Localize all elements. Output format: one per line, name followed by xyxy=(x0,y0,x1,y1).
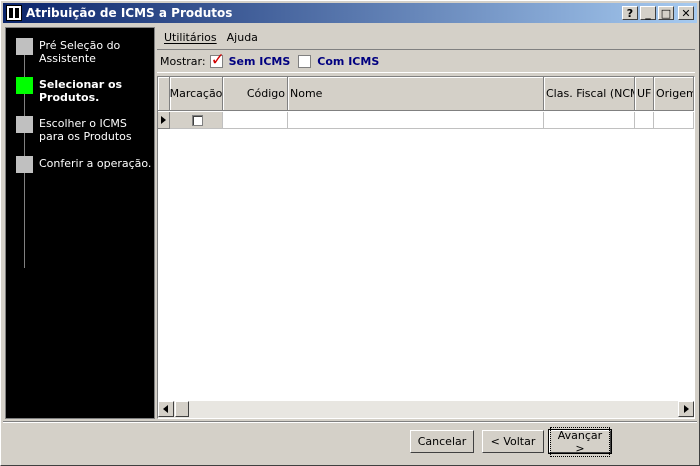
menu-utilitarios[interactable]: Utilitários xyxy=(159,31,222,44)
com-icms-label[interactable]: Com ICMS xyxy=(317,55,379,68)
col-origem-header[interactable]: Origem xyxy=(654,77,694,111)
step-indicator xyxy=(16,116,33,133)
menu-bar: Utilitários Ajuda xyxy=(159,27,695,47)
step-indicator xyxy=(16,38,33,55)
col-nome-header[interactable]: Nome xyxy=(288,77,544,111)
cancel-button[interactable]: Cancelar xyxy=(410,430,474,453)
minimize-button[interactable]: _ xyxy=(640,6,656,20)
filter-bar: Mostrar: Sem ICMS Com ICMS xyxy=(157,49,695,73)
products-grid[interactable]: Marcação Código Nome Clas. Fiscal (NCM) … xyxy=(157,76,695,419)
step-indicator xyxy=(16,156,33,173)
back-button[interactable]: < Voltar xyxy=(482,430,544,453)
col-marcacao-header[interactable]: Marcação xyxy=(170,77,223,111)
nome-cell[interactable] xyxy=(288,112,544,129)
current-row-indicator xyxy=(158,112,170,129)
steps-panel: Pré Seleção do Assistente Selecionar os … xyxy=(5,27,155,419)
col-codigo-header[interactable]: Código xyxy=(223,77,288,111)
row-indicator-header xyxy=(158,77,170,111)
cancel-button-label: Cancelar xyxy=(417,435,467,448)
sem-icms-label[interactable]: Sem ICMS xyxy=(229,55,291,68)
col-uf-header[interactable]: UF xyxy=(635,77,654,111)
close-button[interactable]: ✕ xyxy=(678,6,694,20)
step-indicator-active xyxy=(16,77,33,94)
horizontal-scrollbar[interactable] xyxy=(158,401,694,418)
sem-icms-checkbox[interactable] xyxy=(209,50,225,70)
scroll-right-icon[interactable] xyxy=(678,401,694,417)
footer-separator xyxy=(3,421,697,423)
uf-cell[interactable] xyxy=(635,112,654,129)
scroll-thumb[interactable] xyxy=(175,401,189,417)
back-button-label: < Voltar xyxy=(490,435,536,448)
window-title: Atribuição de ICMS a Produtos xyxy=(26,6,233,20)
step-selecionar: Selecionar os Produtos. xyxy=(16,77,129,104)
next-button[interactable]: Avançar > xyxy=(548,426,612,457)
ncm-cell[interactable] xyxy=(544,112,635,129)
help-button[interactable]: ? xyxy=(622,6,638,20)
scroll-left-icon[interactable] xyxy=(158,401,174,417)
origem-cell[interactable] xyxy=(654,112,694,129)
step-label: Pré Seleção do Assistente xyxy=(39,39,121,65)
step-pre-selecao: Pré Seleção do Assistente xyxy=(16,38,135,65)
menu-ajuda[interactable]: Ajuda xyxy=(222,31,263,44)
next-button-label: Avançar > xyxy=(550,426,610,457)
com-icms-checkbox[interactable] xyxy=(298,54,312,68)
col-ncm-header[interactable]: Clas. Fiscal (NCM) xyxy=(544,77,635,111)
codigo-cell[interactable] xyxy=(223,112,288,129)
step-label: Escolher o ICMS para os Produtos xyxy=(39,117,132,143)
title-bar[interactable]: Atribuição de ICMS a Produtos ? _ □ ✕ xyxy=(3,3,697,23)
step-escolher-icms: Escolher o ICMS para os Produtos xyxy=(16,116,149,143)
marcacao-checkbox[interactable] xyxy=(192,115,203,126)
step-conferir: Conferir a operação. xyxy=(16,156,159,173)
step-label: Conferir a operação. xyxy=(39,157,152,170)
wizard-window: Atribuição de ICMS a Produtos ? _ □ ✕ Pr… xyxy=(0,0,700,466)
marcacao-cell[interactable] xyxy=(170,112,223,129)
maximize-button[interactable]: □ xyxy=(658,6,674,20)
app-icon xyxy=(6,5,22,21)
filter-label: Mostrar: xyxy=(160,54,206,68)
step-label: Selecionar os Produtos. xyxy=(39,78,123,104)
